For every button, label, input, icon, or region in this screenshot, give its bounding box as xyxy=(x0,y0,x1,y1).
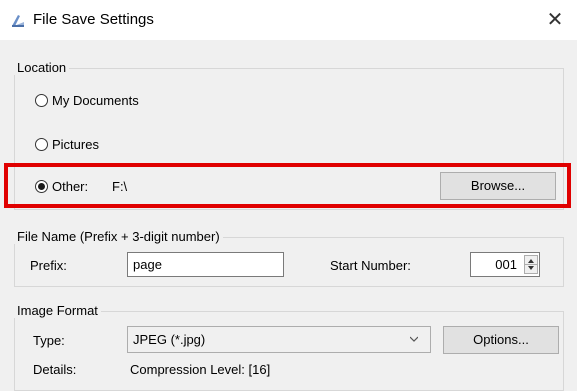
radio-my-documents[interactable]: My Documents xyxy=(35,93,139,108)
start-number-value: 001 xyxy=(495,257,517,272)
close-button[interactable]: ✕ xyxy=(533,0,577,40)
window-title: File Save Settings xyxy=(33,11,154,28)
spin-divider xyxy=(525,264,537,265)
radio-pictures-button[interactable] xyxy=(35,138,48,151)
scanner-app-icon xyxy=(12,15,24,27)
type-select[interactable]: JPEG (*.jpg) xyxy=(127,326,431,353)
radio-pictures-label: Pictures xyxy=(52,137,99,152)
prefix-input[interactable]: page xyxy=(127,252,284,277)
start-number-stepper[interactable]: 001 xyxy=(470,252,540,277)
type-select-value: JPEG (*.jpg) xyxy=(133,332,206,347)
spin-up-icon[interactable] xyxy=(528,259,534,263)
spin-down-icon[interactable] xyxy=(528,266,534,270)
prefix-label: Prefix: xyxy=(30,258,67,273)
image-format-group-label: Image Format xyxy=(14,303,101,318)
radio-other-button[interactable] xyxy=(35,180,48,193)
radio-my-documents-label: My Documents xyxy=(52,93,139,108)
start-number-label: Start Number: xyxy=(330,258,411,273)
type-label: Type: xyxy=(33,333,65,348)
location-group-label: Location xyxy=(14,60,70,75)
radio-pictures[interactable]: Pictures xyxy=(35,137,99,152)
radio-my-documents-button[interactable] xyxy=(35,94,48,107)
browse-button[interactable]: Browse... xyxy=(440,172,556,200)
radio-other-label: Other: xyxy=(52,179,89,194)
details-label: Details: xyxy=(33,362,77,377)
details-value: Compression Level: [16] xyxy=(130,362,271,377)
radio-other[interactable]: Other: xyxy=(35,179,88,194)
other-path-value: F:\ xyxy=(112,179,128,194)
title-bar: File Save Settings ✕ xyxy=(0,0,577,40)
file-name-group-label: File Name (Prefix + 3-digit number) xyxy=(14,229,223,244)
spin-buttons[interactable] xyxy=(524,255,538,274)
options-button[interactable]: Options... xyxy=(443,326,559,354)
chevron-down-icon xyxy=(410,336,418,342)
